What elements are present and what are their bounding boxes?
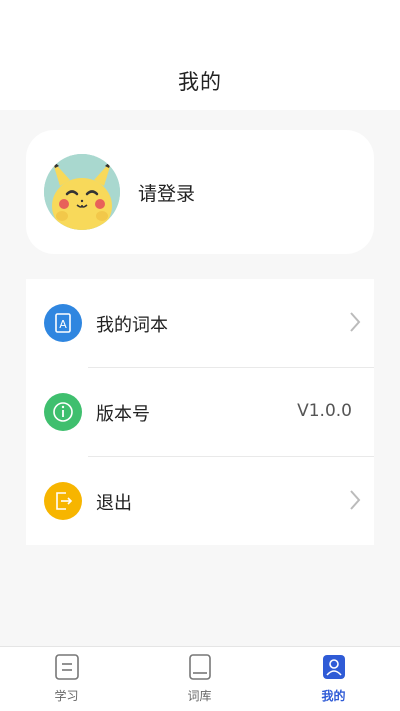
tab-bar: 学习 词库 我的 bbox=[0, 646, 400, 711]
library-icon bbox=[189, 654, 211, 680]
menu-item-label: 版本号 bbox=[96, 404, 150, 425]
header: 我的 bbox=[0, 0, 400, 110]
logout-icon bbox=[44, 482, 82, 520]
menu-item-logout[interactable]: 退出 bbox=[26, 457, 374, 545]
tab-label: 学习 bbox=[54, 689, 79, 703]
tab-label: 我的 bbox=[321, 689, 346, 703]
menu-item-label: 我的词本 bbox=[96, 315, 168, 336]
avatar[interactable] bbox=[44, 154, 120, 230]
page-title: 我的 bbox=[178, 70, 222, 94]
menu-item-label: 退出 bbox=[96, 493, 132, 514]
tab-study[interactable]: 学习 bbox=[0, 647, 133, 711]
tab-label: 词库 bbox=[187, 689, 212, 703]
study-icon bbox=[55, 654, 79, 680]
version-value: V1.0.0 bbox=[297, 401, 352, 421]
login-prompt[interactable]: 请登录 bbox=[138, 179, 195, 206]
menu-card: A 我的词本 版本号 V1.0.0 退出 bbox=[26, 279, 374, 545]
vocabulary-book-icon: A bbox=[44, 304, 82, 342]
chevron-right-icon bbox=[350, 312, 361, 332]
svg-text:A: A bbox=[59, 318, 67, 331]
profile-icon bbox=[323, 655, 345, 679]
profile-card[interactable]: 请登录 bbox=[26, 130, 374, 254]
tab-library[interactable]: 词库 bbox=[133, 647, 266, 711]
pikachu-avatar-icon bbox=[44, 154, 120, 230]
tab-profile[interactable]: 我的 bbox=[267, 647, 400, 711]
info-icon bbox=[44, 393, 82, 431]
chevron-right-icon bbox=[350, 490, 361, 510]
menu-item-version: 版本号 V1.0.0 bbox=[26, 368, 374, 456]
menu-item-vocabulary-book[interactable]: A 我的词本 bbox=[26, 279, 374, 367]
